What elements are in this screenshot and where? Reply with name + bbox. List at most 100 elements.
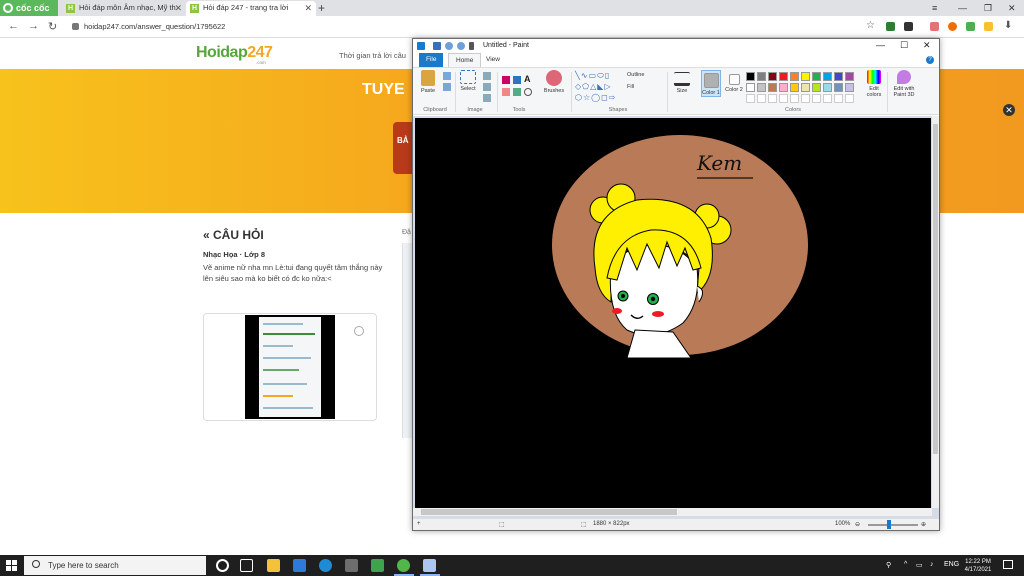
horizontal-scroll-thumb[interactable] bbox=[421, 509, 677, 515]
custom-color-slot[interactable] bbox=[757, 94, 766, 103]
palette-swatch[interactable] bbox=[845, 72, 854, 81]
extension-icon[interactable] bbox=[886, 22, 895, 31]
tray-expand-icon[interactable]: ^ bbox=[904, 561, 907, 568]
menu-file[interactable]: File bbox=[419, 53, 444, 67]
bookmark-star-icon[interactable]: ☆ bbox=[866, 20, 875, 31]
file-explorer-icon[interactable] bbox=[267, 559, 280, 572]
palette-swatch[interactable] bbox=[746, 83, 755, 92]
paint-titlebar[interactable]: Untitled - Paint — ☐ ✕ bbox=[413, 39, 939, 53]
tab-close-icon[interactable]: ✕ bbox=[304, 1, 312, 15]
select-button[interactable]: Select bbox=[457, 70, 479, 92]
windows-start-icon[interactable] bbox=[6, 560, 17, 571]
brushes-button[interactable]: Brushes bbox=[541, 70, 567, 94]
download-arrow-icon[interactable]: ⬇ bbox=[1004, 20, 1012, 31]
palette-swatch[interactable] bbox=[757, 83, 766, 92]
quick-access-dropdown-icon[interactable] bbox=[469, 42, 474, 50]
edit-with-paint3d-button[interactable]: Edit with Paint 3D bbox=[889, 70, 919, 98]
zoom-out-icon[interactable]: ⊖ bbox=[855, 521, 860, 528]
custom-color-slot[interactable] bbox=[768, 94, 777, 103]
vertical-scroll-thumb[interactable] bbox=[933, 124, 938, 454]
question-subject[interactable]: Nhạc Họa · Lớp 8 bbox=[203, 250, 265, 259]
custom-color-slot[interactable] bbox=[845, 94, 854, 103]
language-indicator[interactable]: ENG bbox=[944, 561, 959, 568]
palette-swatch[interactable] bbox=[801, 72, 810, 81]
tab-hoidap-247[interactable]: H Hỏi đáp 247 - trang tra lời ✕ bbox=[186, 1, 316, 16]
system-clock[interactable]: 12:22 PM 4/17/2021 bbox=[960, 558, 996, 574]
url-field[interactable]: hoidap247.com/answer_question/1795622 bbox=[84, 22, 225, 31]
rotate-icon[interactable] bbox=[483, 94, 491, 102]
custom-color-slot[interactable] bbox=[834, 94, 843, 103]
network-icon[interactable]: ▭ bbox=[916, 561, 923, 569]
new-tab-icon[interactable]: + bbox=[318, 0, 325, 16]
resize-icon[interactable] bbox=[483, 83, 491, 91]
undo-icon[interactable] bbox=[445, 42, 453, 50]
palette-swatch[interactable] bbox=[779, 72, 788, 81]
palette-swatch[interactable] bbox=[768, 72, 777, 81]
palette-swatch[interactable] bbox=[790, 83, 799, 92]
extension-icon[interactable] bbox=[984, 22, 993, 31]
palette-swatch[interactable] bbox=[757, 72, 766, 81]
zoom-in-icon[interactable]: ⊕ bbox=[921, 521, 926, 528]
shapes-row-1-icon[interactable]: ╲∿▭⬭▯ bbox=[575, 71, 610, 81]
drawing-canvas[interactable]: Kem bbox=[415, 118, 931, 508]
banner-close-icon[interactable]: ✕ bbox=[1003, 104, 1015, 116]
size-button[interactable]: Size bbox=[672, 72, 692, 94]
cortana-icon[interactable] bbox=[216, 559, 229, 572]
taskbar-search-input[interactable]: Type here to search bbox=[24, 556, 206, 575]
palette-swatch[interactable] bbox=[834, 72, 843, 81]
color2-button[interactable]: Color 2 bbox=[724, 70, 744, 93]
rotate-image-icon[interactable] bbox=[354, 326, 364, 336]
paint-minimize-icon[interactable]: — bbox=[876, 40, 885, 50]
paint-window[interactable]: Untitled - Paint — ☐ ✕ File Home View ? … bbox=[412, 38, 940, 531]
pencil-icon[interactable] bbox=[502, 76, 510, 84]
forward-icon[interactable]: → bbox=[28, 20, 39, 32]
coccoc-taskbar-icon[interactable] bbox=[397, 559, 410, 572]
paint-maximize-icon[interactable]: ☐ bbox=[900, 40, 908, 51]
fill-dropdown[interactable]: Fill bbox=[627, 84, 634, 90]
shapes-row-2-icon[interactable]: ◇⬠△◣▷ bbox=[575, 82, 612, 91]
browser-restore-icon[interactable]: ❐ bbox=[984, 0, 992, 16]
horizontal-scrollbar[interactable] bbox=[413, 508, 932, 516]
palette-swatch[interactable] bbox=[834, 83, 843, 92]
cut-icon[interactable] bbox=[443, 72, 451, 80]
vertical-scrollbar[interactable] bbox=[932, 116, 939, 508]
browser-close-icon[interactable]: ✕ bbox=[1008, 0, 1016, 16]
store-icon[interactable] bbox=[345, 559, 358, 572]
browser-minimize-icon[interactable]: — bbox=[958, 0, 967, 16]
mail-icon[interactable] bbox=[293, 559, 306, 572]
text-icon[interactable]: A bbox=[524, 74, 532, 84]
palette-swatch[interactable] bbox=[812, 83, 821, 92]
question-image[interactable] bbox=[203, 313, 377, 421]
custom-color-slot[interactable] bbox=[823, 94, 832, 103]
paint-app-icon[interactable] bbox=[417, 42, 425, 50]
paint-close-icon[interactable]: ✕ bbox=[923, 40, 931, 51]
fill-icon[interactable] bbox=[513, 76, 521, 84]
outline-dropdown[interactable]: Outline bbox=[627, 72, 644, 78]
palette-swatch[interactable] bbox=[779, 83, 788, 92]
browser-brand-button[interactable]: cốc cốc bbox=[0, 0, 58, 16]
custom-color-slot[interactable] bbox=[746, 94, 755, 103]
extension-icon[interactable] bbox=[966, 22, 975, 31]
eraser-icon[interactable] bbox=[502, 88, 510, 96]
custom-color-slot[interactable] bbox=[790, 94, 799, 103]
back-icon[interactable]: ← bbox=[8, 20, 19, 32]
tab-hoidap-am-nhac[interactable]: H Hỏi đáp môn Âm nhạc, Mỹ th ✕ bbox=[62, 1, 186, 16]
menu-home[interactable]: Home bbox=[448, 53, 482, 67]
edit-colors-button[interactable]: Edit colors bbox=[864, 70, 884, 98]
copy-icon[interactable] bbox=[443, 83, 451, 91]
custom-color-slot[interactable] bbox=[779, 94, 788, 103]
extension-icon[interactable] bbox=[930, 22, 939, 31]
save-icon[interactable] bbox=[433, 42, 441, 50]
crop-icon[interactable] bbox=[483, 72, 491, 80]
palette-swatch[interactable] bbox=[801, 83, 810, 92]
extension-icon[interactable] bbox=[948, 22, 957, 31]
paste-button[interactable]: Paste bbox=[417, 70, 439, 94]
task-view-icon[interactable] bbox=[240, 559, 253, 572]
redo-icon[interactable] bbox=[457, 42, 465, 50]
palette-swatch[interactable] bbox=[823, 83, 832, 92]
menu-view[interactable]: View bbox=[479, 53, 507, 67]
palette-swatch[interactable] bbox=[768, 83, 777, 92]
notification-icon[interactable] bbox=[1003, 560, 1013, 569]
tab-close-icon[interactable]: ✕ bbox=[174, 1, 182, 15]
custom-color-slot[interactable] bbox=[801, 94, 810, 103]
